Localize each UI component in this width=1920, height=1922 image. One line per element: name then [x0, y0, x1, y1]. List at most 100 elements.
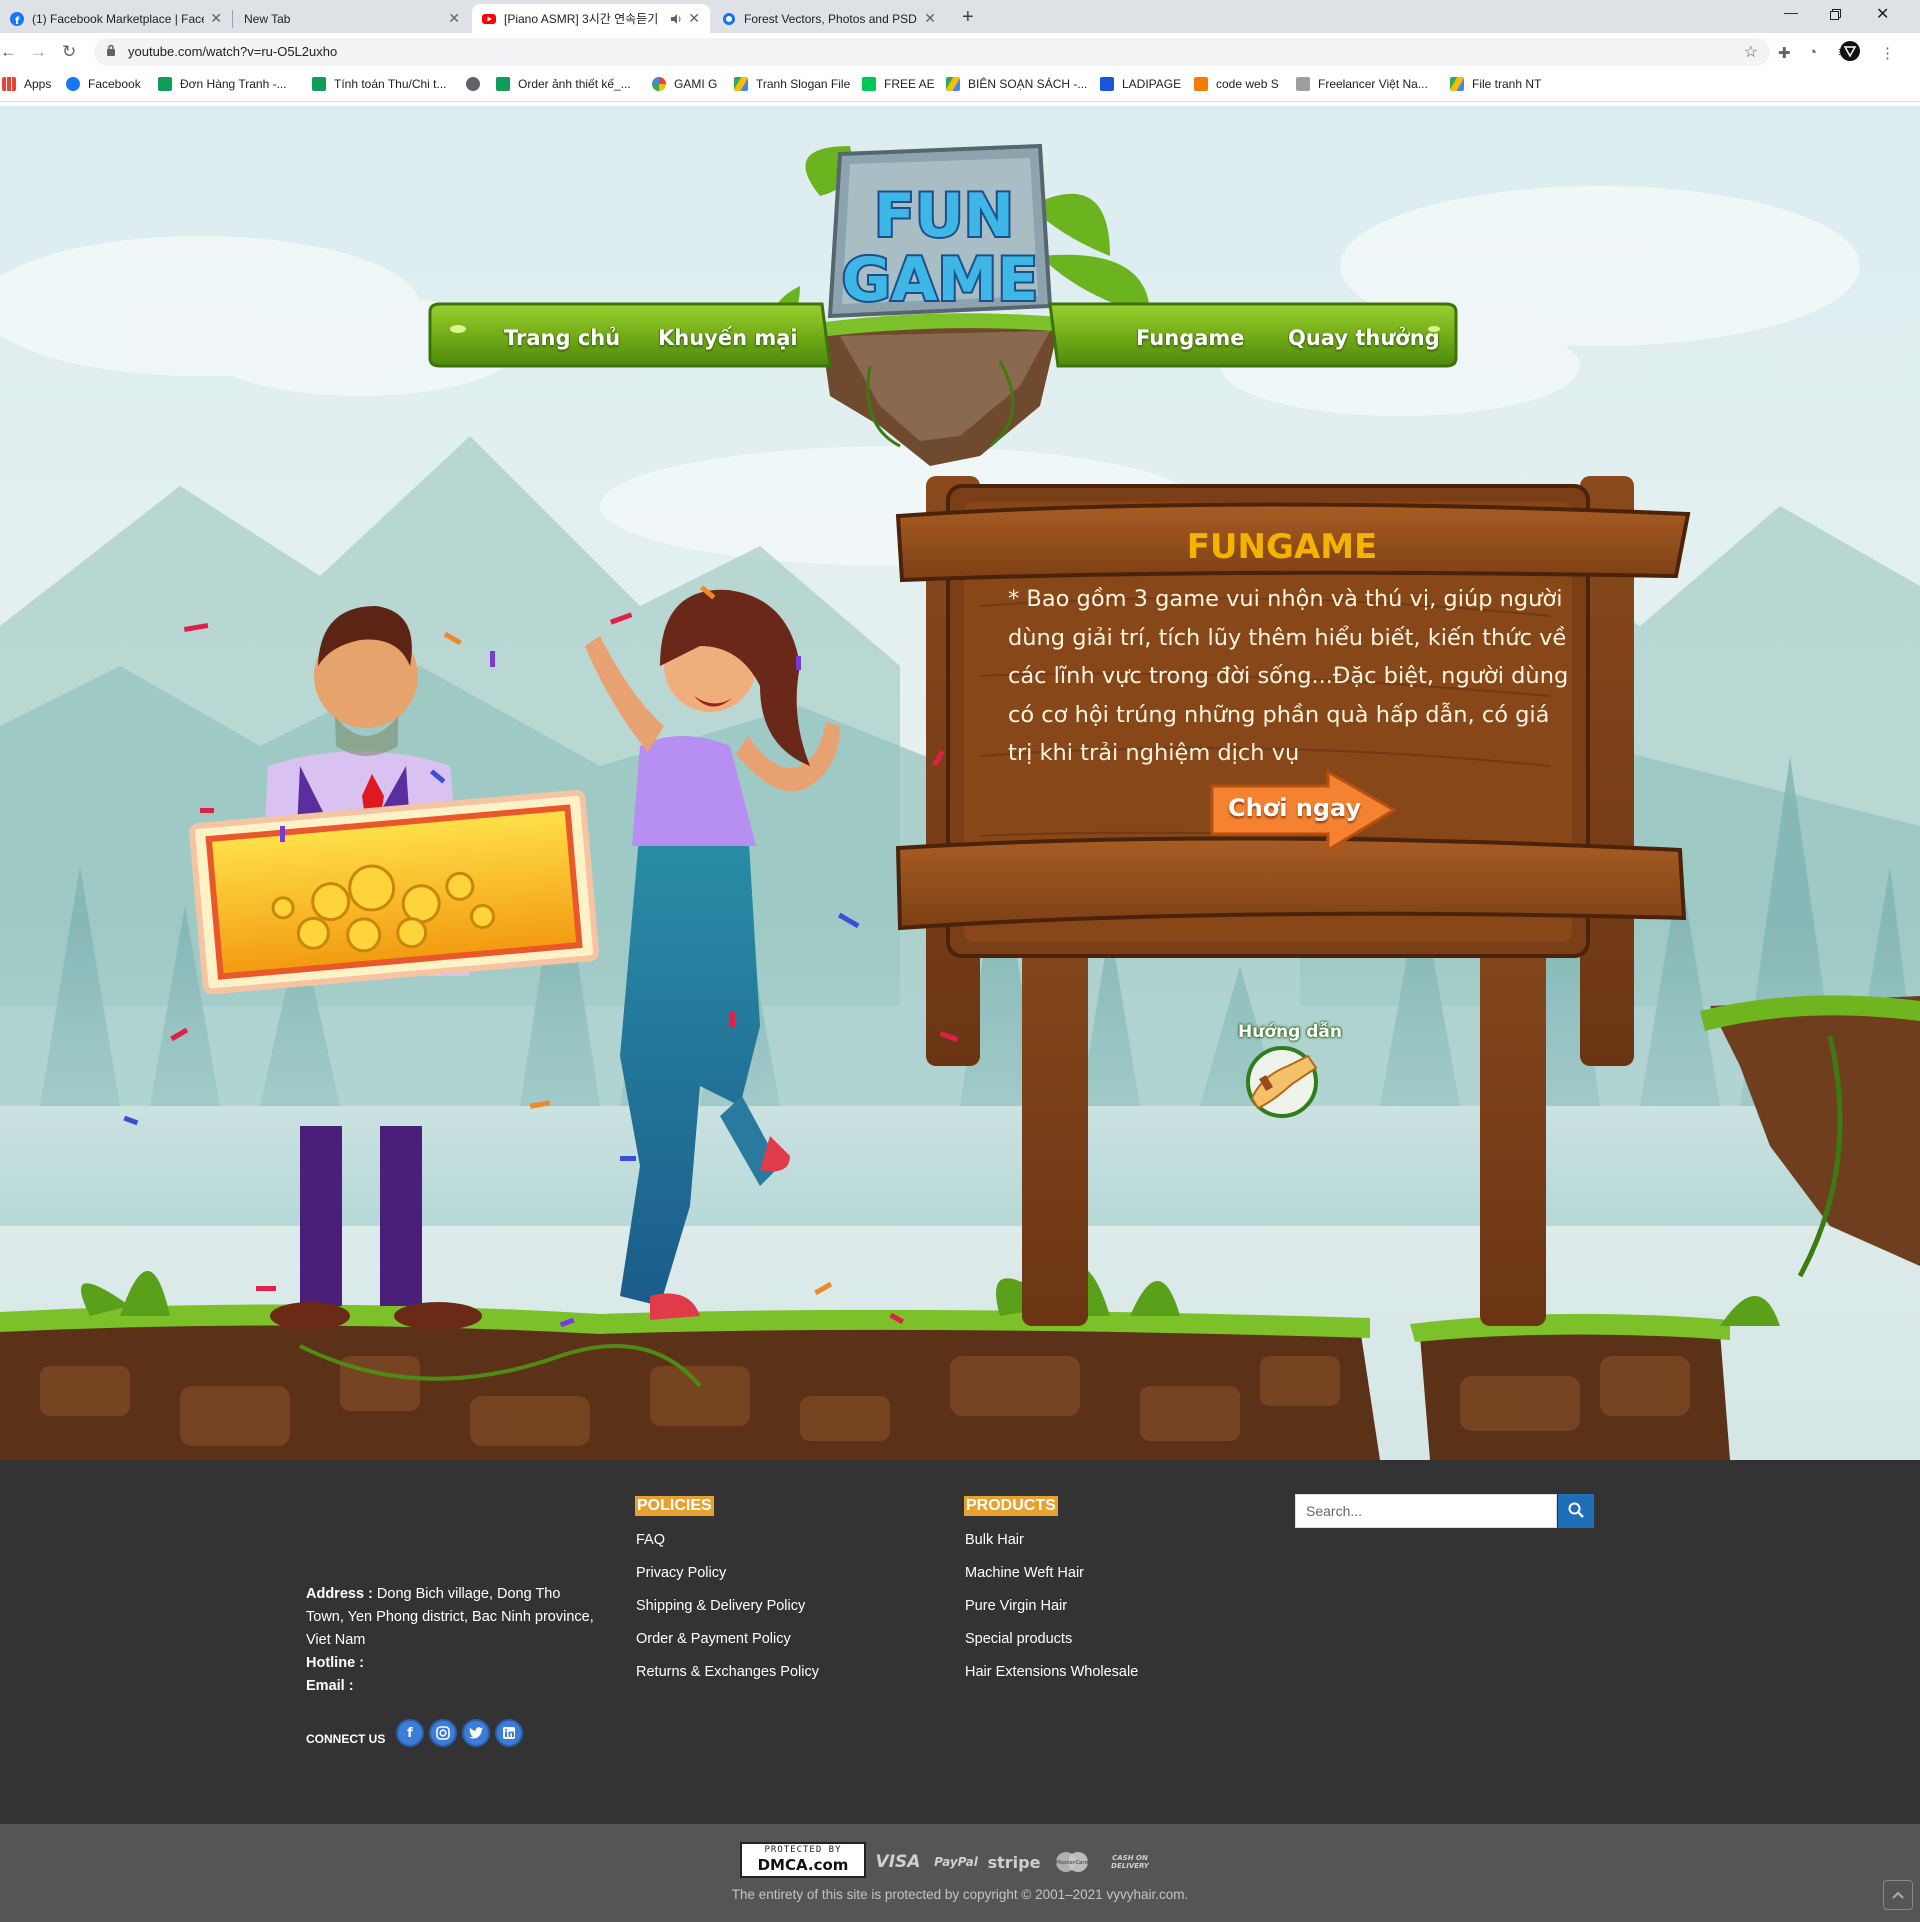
paypal-logo: PayPal — [934, 1855, 978, 1869]
bookmark-label: LADIPAGE — [1122, 77, 1182, 91]
email-label: Email : — [306, 1678, 354, 1694]
footer-search-button[interactable] — [1558, 1494, 1594, 1528]
account-icon[interactable]: ◔ — [1808, 44, 1817, 61]
policy-link-shipping[interactable]: Shipping & Delivery Policy — [636, 1598, 805, 1614]
address-bar[interactable]: youtube.com/watch?v=ru-O5L2uxho ☆ — [94, 38, 1770, 66]
bookmark-tinh-toan[interactable]: Tính toán Thu/Chi t... — [312, 77, 447, 91]
apps-grid-icon — [2, 77, 16, 91]
product-link-wholesale[interactable]: Hair Extensions Wholesale — [965, 1664, 1138, 1680]
bookmark-bien-soan[interactable]: BIÊN SOẠN SÁCH -... — [946, 77, 1087, 91]
bookmark-code-web[interactable]: code web S — [1194, 77, 1279, 91]
policy-link-faq[interactable]: FAQ — [636, 1532, 665, 1548]
policy-link-returns[interactable]: Returns & Exchanges Policy — [636, 1664, 819, 1680]
nav-fungame-link[interactable]: Fungame — [1136, 326, 1245, 350]
policy-link-order-payment[interactable]: Order & Payment Policy — [636, 1631, 791, 1647]
scroll-to-top-button[interactable] — [1883, 1880, 1913, 1910]
restore-icon[interactable] — [1830, 9, 1841, 20]
hotline-label: Hotline : — [306, 1655, 364, 1671]
code-icon — [1194, 77, 1208, 91]
guide-button[interactable]: Hướng dẫn — [1238, 1022, 1342, 1042]
back-arrow-icon[interactable]: ← — [0, 42, 17, 62]
browser-toolbar: ← → ↻ youtube.com/watch?v=ru-O5L2uxho ☆ … — [0, 33, 1920, 71]
tab-close-icon[interactable]: ✕ — [210, 10, 222, 27]
ae-icon — [862, 77, 876, 91]
nav-promo-link[interactable]: Khuyến mại — [658, 326, 798, 350]
forward-arrow-icon[interactable]: → — [30, 42, 47, 62]
tab-youtube[interactable]: [Piano ASMR] 3시간 연속듣기 ✕ — [472, 4, 710, 33]
bookmark-apps[interactable]: Apps — [2, 77, 51, 91]
connect-us-label: CONNECT US — [306, 1732, 386, 1746]
new-tab-button[interactable]: + — [962, 6, 974, 29]
speaker-icon[interactable] — [670, 13, 682, 25]
bookmark-freelancer[interactable]: Freelancer Việt Na... — [1296, 77, 1428, 91]
bookmark-label: Tính toán Thu/Chi t... — [334, 77, 447, 91]
tab-close-icon[interactable]: ✕ — [924, 10, 936, 27]
search-icon — [1568, 1502, 1584, 1518]
bookmark-label: BIÊN SOẠN SÁCH -... — [968, 77, 1088, 91]
tab-divider — [232, 10, 233, 28]
bookmark-label: Order ảnh thiết kế_... — [518, 77, 631, 91]
tab-freepik[interactable]: Forest Vectors, Photos and PSD fi ✕ — [712, 4, 946, 33]
extensions-icon[interactable]: ✚ — [1778, 44, 1791, 62]
logo-line2: GAME — [842, 245, 1038, 315]
profile-avatar[interactable] — [1840, 41, 1860, 61]
bookmark-free-ae[interactable]: FREE AE — [862, 77, 935, 91]
ladipage-icon — [1100, 77, 1114, 91]
sheets-icon — [496, 77, 510, 91]
twitter-icon[interactable] — [462, 1719, 490, 1747]
footer-search-input[interactable] — [1295, 1494, 1557, 1528]
bookmark-file-tranh[interactable]: File tranh NT — [1450, 77, 1541, 91]
tab-close-icon[interactable]: ✕ — [448, 10, 460, 27]
policies-heading: POLICIES — [635, 1496, 714, 1516]
product-link-machine-weft[interactable]: Machine Weft Hair — [965, 1565, 1084, 1581]
freepik-icon — [723, 12, 735, 25]
tab-title: (1) Facebook Marketplace | Faceb — [32, 11, 205, 26]
bookmarks-bar: Apps Facebook Đơn Hàng Tranh -... Tính t… — [0, 71, 1920, 102]
play-now-button[interactable]: Chơi ngay — [1228, 794, 1361, 822]
bookmark-label: code web S — [1216, 77, 1279, 91]
globe-icon — [466, 77, 480, 91]
bookmark-label: Facebook — [88, 77, 141, 91]
mastercard-logo: MasterCard — [1046, 1845, 1098, 1879]
reload-icon[interactable]: ↻ — [62, 42, 76, 62]
copyright-text: The entirety of this site is protected b… — [731, 1887, 1189, 1902]
bookmark-order-anh[interactable]: Order ảnh thiết kế_... — [496, 77, 631, 91]
mastercard-text: MasterCard — [1056, 1860, 1089, 1866]
bookmark-globe[interactable] — [466, 77, 488, 91]
nav-lucky-spin-link[interactable]: Quay thưởng — [1288, 326, 1440, 350]
instagram-icon[interactable] — [429, 1719, 457, 1747]
sign-title: FUNGAME — [1187, 527, 1378, 567]
menu-dots-icon[interactable]: ⋮ — [1880, 44, 1895, 62]
nav-home-link[interactable]: Trang chủ — [504, 326, 620, 350]
policy-link-privacy[interactable]: Privacy Policy — [636, 1565, 726, 1581]
bookmark-label: File tranh NT — [1472, 77, 1542, 91]
jungle-background: FUN GAME FUNGAME — [0, 106, 1920, 1460]
bookmark-don-hang[interactable]: Đơn Hàng Tranh -... — [158, 77, 287, 91]
dmca-badge[interactable]: PROTECTED BY DMCA.com — [740, 1842, 866, 1878]
tab-close-icon[interactable]: ✕ — [688, 10, 700, 27]
product-link-special[interactable]: Special products — [965, 1631, 1072, 1647]
bookmark-ladipage[interactable]: LADIPAGE — [1100, 77, 1181, 91]
linkedin-icon[interactable] — [495, 1719, 523, 1747]
mastercard-circles: MasterCard — [1056, 1852, 1089, 1872]
drive-icon — [1450, 77, 1464, 91]
bookmark-label: GAMI G — [674, 77, 718, 91]
bookmark-label: FREE AE — [884, 77, 935, 91]
gold-board — [189, 789, 600, 995]
bookmark-star-icon[interactable]: ☆ — [1744, 42, 1758, 62]
bookmark-tranh-slogan[interactable]: Tranh Slogan File — [734, 77, 850, 91]
cod-logo: CASH ON DELIVERY — [1111, 1854, 1149, 1870]
facebook-icon[interactable]: f — [396, 1719, 424, 1747]
product-link-bulk-hair[interactable]: Bulk Hair — [965, 1532, 1024, 1548]
products-heading: PRODUCTS — [964, 1496, 1058, 1516]
product-link-pure-virgin[interactable]: Pure Virgin Hair — [965, 1598, 1067, 1614]
site-footer — [0, 1460, 1920, 1824]
tab-facebook[interactable]: f (1) Facebook Marketplace | Faceb ✕ — [0, 4, 232, 33]
close-window-icon[interactable]: ✕ — [1876, 4, 1889, 24]
sign-description: * Bao gồm 3 game vui nhộn và thú vị, giú… — [1008, 586, 1569, 766]
bookmark-facebook[interactable]: Facebook — [66, 77, 141, 91]
minimize-icon[interactable]: — — [1784, 4, 1798, 20]
tab-new-tab[interactable]: New Tab ✕ — [234, 4, 470, 33]
bookmark-gami[interactable]: GAMI G — [652, 77, 717, 91]
youtube-icon — [482, 13, 496, 24]
